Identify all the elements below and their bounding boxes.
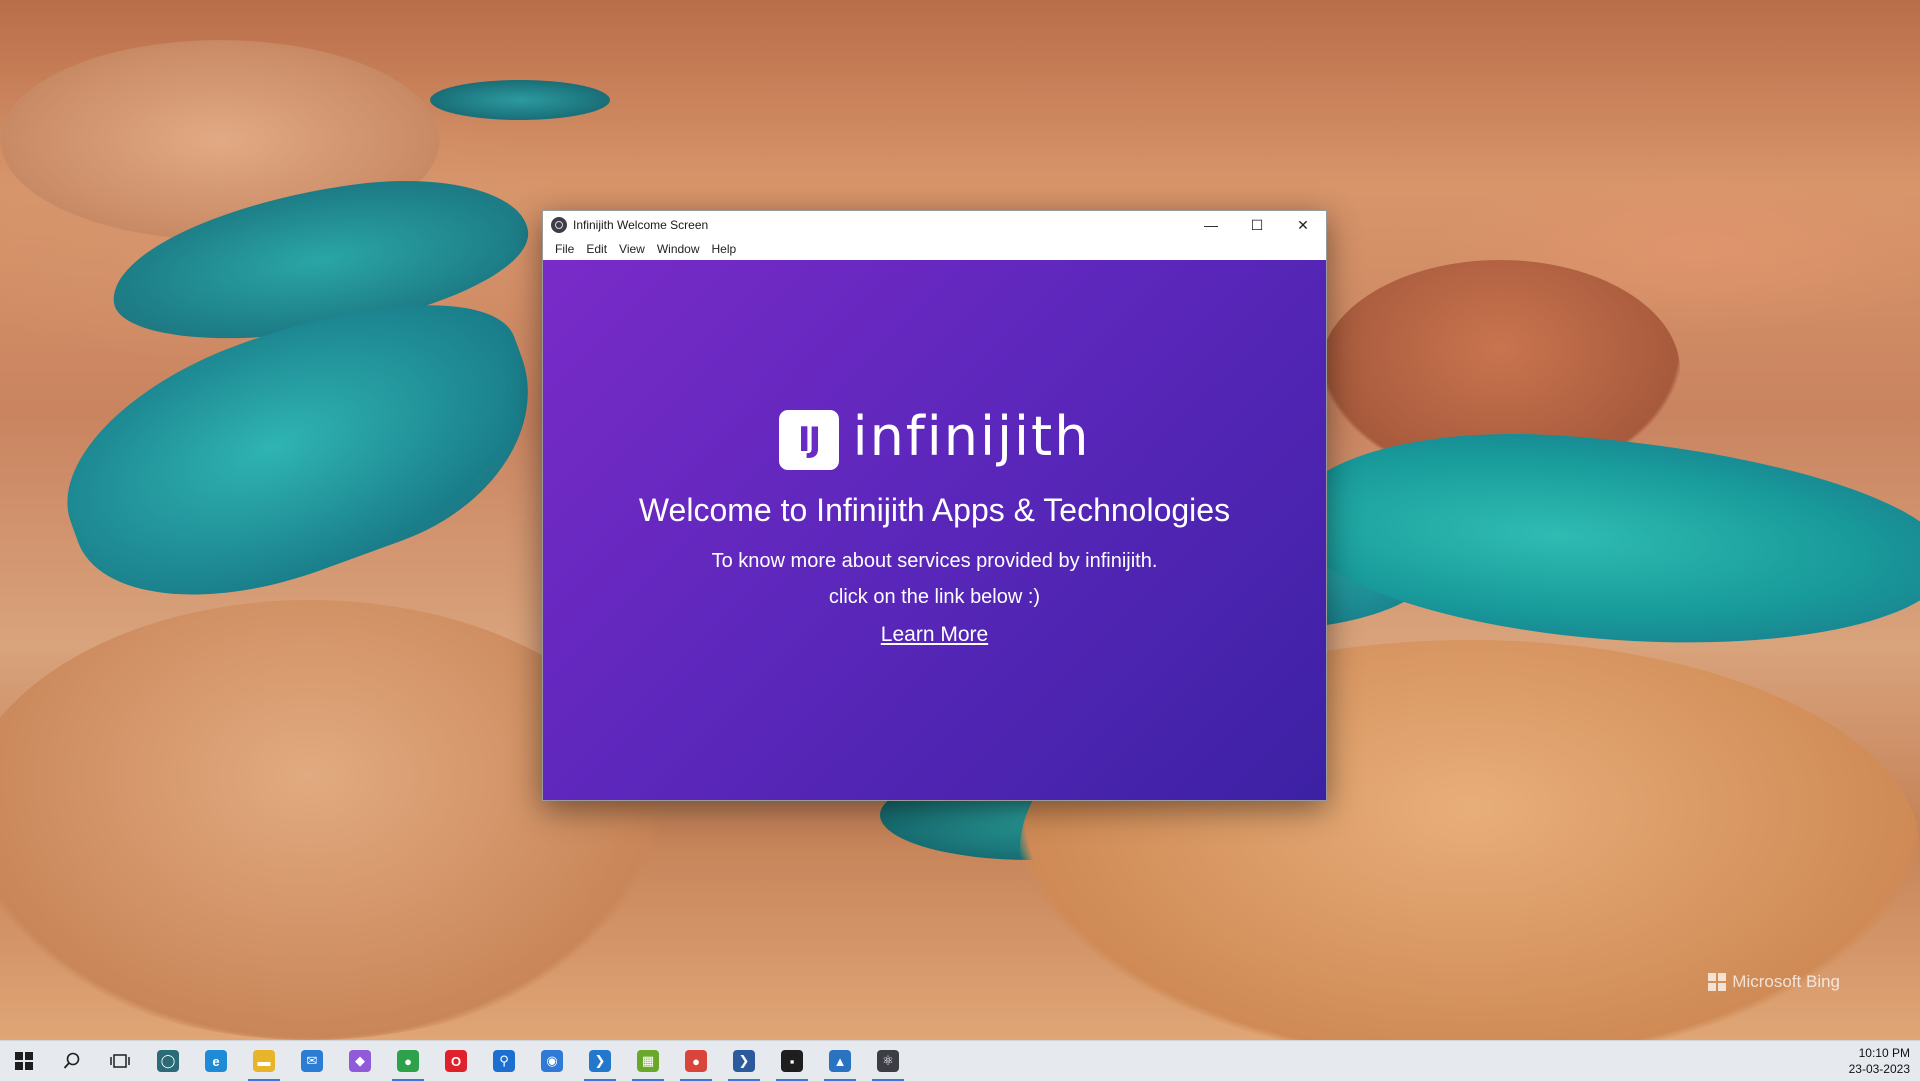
brand-mark-icon: IJ — [778, 410, 839, 470]
brand-logo: IJ infinijith — [778, 405, 1091, 470]
welcome-heading: Welcome to Infinijith Apps & Technologie… — [638, 492, 1231, 528]
system-clock[interactable]: 10:10 PM 23-03-2023 — [1849, 1045, 1910, 1077]
terminal-icon: ▪ — [781, 1050, 803, 1072]
menu-edit[interactable]: Edit — [580, 242, 613, 256]
taskbar-apps: ◯ e ▬ ✉ ◆ ● O ⚲ ◉ ❯ ▦ ● ❯ ▪ ▲ ⚛ — [144, 1041, 912, 1081]
wallpaper-water — [1283, 417, 1920, 663]
menu-view[interactable]: View — [613, 242, 651, 256]
taskbar-app-button[interactable]: ▪ — [768, 1041, 816, 1081]
taskbar-app-button[interactable]: ⚛ — [864, 1041, 912, 1081]
electron-app-icon: ⚛ — [877, 1050, 899, 1072]
learn-more-link[interactable]: Learn More — [881, 623, 988, 647]
spreadsheet-icon: ▦ — [637, 1050, 659, 1072]
opera-icon: O — [445, 1050, 467, 1072]
copilot-icon: ◆ — [349, 1050, 371, 1072]
firefox-icon: ◉ — [541, 1050, 563, 1072]
description-line-2: click on the link below :) — [828, 586, 1041, 608]
menu-help[interactable]: Help — [706, 242, 743, 256]
taskbar-app-button[interactable]: ▦ — [624, 1041, 672, 1081]
app-window: Infinijith Welcome Screen — ☐ ✕ File Edi… — [542, 210, 1327, 801]
edge-icon: e — [205, 1050, 227, 1072]
clock-time: 10:10 PM — [1858, 1046, 1910, 1060]
minimize-button[interactable]: — — [1188, 211, 1234, 239]
start-button[interactable] — [0, 1041, 48, 1081]
window-controls: — ☐ ✕ — [1188, 211, 1326, 239]
taskbar-app-button[interactable]: ❯ — [576, 1041, 624, 1081]
mail-icon: ✉ — [301, 1050, 323, 1072]
taskbar: ◯ e ▬ ✉ ◆ ● O ⚲ ◉ ❯ ▦ ● ❯ ▪ ▲ ⚛ 10:10 PM 23-03-2023 — [0, 1040, 1920, 1081]
taskbar-app-button[interactable]: e — [192, 1041, 240, 1081]
watermark-text: Microsoft Bing — [1732, 972, 1840, 991]
menu-bar: File Edit View Window Help — [543, 239, 1326, 259]
search-icon — [63, 1052, 80, 1069]
windows-start-icon — [15, 1052, 33, 1070]
menu-window[interactable]: Window — [651, 242, 706, 256]
task-view-icon — [110, 1054, 130, 1068]
wallpaper-water — [430, 80, 610, 120]
bing-watermark: Microsoft Bing — [1708, 972, 1840, 992]
electron-app-icon — [551, 217, 567, 233]
powershell-icon: ❯ — [733, 1050, 755, 1072]
photos-icon: ▲ — [829, 1050, 851, 1072]
window-title: Infinijith Welcome Screen — [573, 218, 709, 232]
taskbar-app-button[interactable]: ❯ — [720, 1041, 768, 1081]
cortana-icon: ◯ — [157, 1050, 179, 1072]
close-button[interactable]: ✕ — [1280, 211, 1326, 239]
maximize-button[interactable]: ☐ — [1234, 211, 1280, 239]
maps-icon: ⚲ — [493, 1050, 515, 1072]
taskbar-app-button[interactable]: ◯ — [144, 1041, 192, 1081]
task-view-button[interactable] — [96, 1041, 144, 1081]
clock-date: 23-03-2023 — [1848, 1062, 1910, 1076]
menu-file[interactable]: File — [549, 242, 580, 256]
welcome-description: To know more about services provided by … — [712, 543, 1158, 615]
taskbar-app-button[interactable]: ● — [384, 1041, 432, 1081]
taskbar-app-button[interactable]: ▬ — [240, 1041, 288, 1081]
taskbar-app-button[interactable]: ⚲ — [480, 1041, 528, 1081]
chrome-icon: ● — [685, 1050, 707, 1072]
vscode-icon: ❯ — [589, 1050, 611, 1072]
taskbar-app-button[interactable]: ◆ — [336, 1041, 384, 1081]
taskbar-app-button[interactable]: ✉ — [288, 1041, 336, 1081]
taskbar-app-button[interactable]: ▲ — [816, 1041, 864, 1081]
taskbar-app-button[interactable]: O — [432, 1041, 480, 1081]
microsoft-logo-icon — [1708, 973, 1727, 991]
taskbar-app-button[interactable]: ● — [672, 1041, 720, 1081]
brand-name: infinijith — [852, 405, 1091, 468]
welcome-content: IJ infinijith Welcome to Infinijith Apps… — [543, 260, 1326, 800]
search-button[interactable] — [48, 1041, 96, 1081]
file-explorer-icon: ▬ — [253, 1050, 275, 1072]
description-line-1: To know more about services provided by … — [711, 550, 1158, 572]
chrome-profile-icon: ● — [397, 1050, 419, 1072]
title-bar[interactable]: Infinijith Welcome Screen — ☐ ✕ — [543, 211, 1326, 239]
taskbar-app-button[interactable]: ◉ — [528, 1041, 576, 1081]
